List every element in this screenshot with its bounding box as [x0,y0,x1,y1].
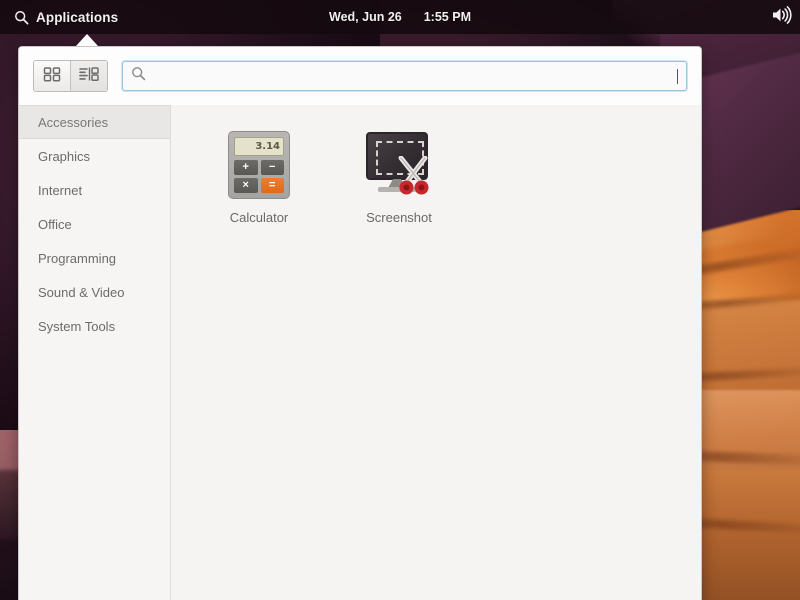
calculator-key-multiply: × [234,178,258,193]
sidebar-item-sound-and-video[interactable]: Sound & Video [19,275,170,309]
view-mode-toggle-group [33,60,108,92]
top-panel: Applications Wed, Jun 26 1:55 PM [0,0,800,34]
sidebar-item-programming[interactable]: Programming [19,241,170,275]
category-label: Accessories [38,114,109,130]
calculator-key-plus: + [234,160,258,175]
calculator-display-value: 3.14 [234,137,284,156]
grid-view-icon [42,65,62,88]
menu-header [19,47,701,105]
panel-date: Wed, Jun 26 [329,10,402,24]
category-label: Internet [38,182,83,198]
text-caret [677,68,678,84]
search-icon [131,66,146,86]
calculator-icon: 3.14 + − × = [223,129,295,201]
category-label: Office [38,216,72,232]
sidebar-item-office[interactable]: Office [19,207,170,241]
panel-status-area [770,0,792,34]
app-item-label: Calculator [229,210,289,225]
sidebar-item-system-tools[interactable]: System Tools [19,309,170,343]
calculator-key-minus: − [260,160,284,175]
category-label: System Tools [38,318,116,334]
category-label: Graphics [38,148,91,164]
desktop: Applications Wed, Jun 26 1:55 PM Accesso… [0,0,800,600]
screenshot-icon [363,129,435,201]
app-item-calculator[interactable]: 3.14 + − × = Calculator [191,121,327,235]
grid-view-button[interactable] [34,61,70,91]
list-view-button[interactable] [70,61,107,91]
list-view-icon [78,65,100,88]
menu-body: Accessories Graphics Internet Office Pro… [19,105,701,600]
calculator-key-equals: = [260,178,284,193]
category-label: Sound & Video [38,284,125,300]
menu-pointer-arrow [76,34,98,46]
scissors-shape [398,156,429,195]
category-label: Programming [38,250,117,266]
applications-menu-button[interactable]: Applications [0,0,130,34]
search-field[interactable] [122,61,687,91]
app-item-screenshot[interactable]: Screenshot [331,121,467,235]
sidebar-item-accessories[interactable]: Accessories [19,105,170,139]
application-grid: 3.14 + − × = Calculator Screenshot [171,105,701,600]
search-icon [14,10,29,25]
applications-menu-window: Accessories Graphics Internet Office Pro… [18,46,702,600]
applications-menu-label: Applications [36,9,119,25]
sidebar-item-graphics[interactable]: Graphics [19,139,170,173]
category-sidebar: Accessories Graphics Internet Office Pro… [19,105,171,600]
panel-time: 1:55 PM [423,10,471,24]
sidebar-item-internet[interactable]: Internet [19,173,170,207]
volume-high-icon[interactable] [770,5,792,30]
app-item-label: Screenshot [366,210,432,225]
